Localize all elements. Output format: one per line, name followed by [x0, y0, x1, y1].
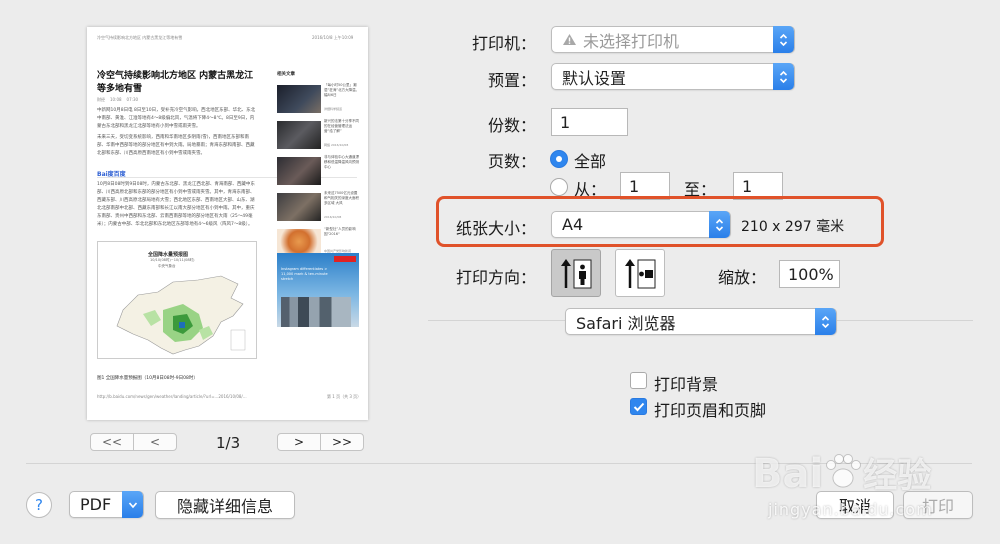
pdf-dropdown-arrow[interactable] — [122, 491, 143, 518]
preset-label: 预置： — [488, 71, 537, 90]
print-background-checkbox[interactable] — [630, 372, 647, 389]
warning-icon — [563, 34, 576, 45]
preview-footer-page: 第 1 页（共 3 页） — [327, 394, 362, 399]
baidu-watermark: Bai 经验 — [752, 448, 931, 497]
preview-meta-time: 10:08 — [110, 97, 122, 102]
pdf-label: PDF — [80, 495, 112, 514]
hide-details-button[interactable]: 隐藏详细信息 — [155, 491, 295, 519]
side-item-4: 未来这7500亿元设置和气相关的深度大面积多区域 大风 — [324, 191, 359, 205]
side-item-2: 新兴的法第十分享不同的在经营管理法运营“给了解” — [324, 119, 359, 133]
paper-size-label: 纸张大小： — [456, 219, 537, 238]
map-title: 全国降水量预报图 — [148, 252, 189, 258]
checkmark-icon — [633, 402, 644, 411]
ad-buildings — [281, 297, 351, 327]
side-item-1-meta: 详细科学频道 — [324, 107, 343, 111]
printer-label: 打印机： — [472, 34, 537, 53]
preset-select[interactable]: 默认设置 — [551, 63, 795, 90]
help-button[interactable]: ? — [26, 492, 52, 518]
copies-label: 份数： — [488, 116, 537, 135]
side-item-2-meta: 网络 2016/10/08 — [324, 143, 349, 147]
print-background-label: 打印背景 — [654, 375, 719, 394]
printer-value: 未选择打印机 — [583, 31, 680, 51]
watermark-brand2: 经验 — [863, 456, 932, 496]
landscape-button[interactable] — [615, 249, 665, 297]
chevron-up-down-icon — [821, 315, 830, 328]
copies-input[interactable]: 1 — [551, 108, 628, 136]
landscape-orientation-icon — [625, 259, 656, 289]
paper-size-stepper[interactable] — [709, 211, 730, 238]
preview-paragraph-2: 未来三天，受切变系统影响，西南和华南地区多阴雨(雪)，西南地区东部和南部、华南中… — [97, 135, 255, 156]
preview-meta: 财经 10:08 07:30 — [97, 97, 138, 103]
preview-header-right: 2016/10/8 上午10:09 — [312, 35, 354, 40]
chevron-up-down-icon — [779, 33, 788, 46]
preview-meta-source: 财经 — [97, 97, 105, 102]
ad-logo — [334, 256, 356, 262]
preview-meta-time2: 07:30 — [126, 97, 139, 102]
preview-article-title: 冷空气持续影响北方地区 内蒙古黑龙江等多地有雪 — [97, 71, 254, 94]
watermark-brand: Bai — [752, 451, 824, 497]
section-stepper[interactable] — [815, 308, 836, 335]
map-date: 10/10(08时)~10/11(08时) — [150, 258, 195, 262]
last-page-button[interactable]: >> — [320, 433, 364, 451]
scale-input[interactable]: 100% — [779, 260, 840, 288]
pages-label: 页数： — [488, 152, 537, 171]
pdf-menu-button[interactable]: PDF — [69, 491, 144, 518]
portrait-orientation-icon — [561, 259, 592, 289]
side-thumb-4 — [277, 193, 321, 221]
preview-paragraph-3: 10月8日08时到9日08时，内蒙古东北部、黑龙江西北部、青海南部、西藏中东部、… — [97, 182, 255, 227]
next-page-button[interactable]: > — [277, 433, 321, 451]
orientation-label: 打印方向： — [456, 268, 537, 287]
page-indicator: 1/3 — [216, 434, 241, 452]
preview-weather-map: 全国降水量预报图 10/10(08时)~10/11(08时) 中央气象台 — [97, 241, 257, 359]
printer-select[interactable]: 未选择打印机 — [551, 26, 795, 53]
watermark-url: jingyan.baidu.com — [768, 500, 933, 519]
section-select[interactable]: Safari 浏览器 — [565, 308, 837, 335]
side-item-1: 「每小时50公里」潮湿“狂涛”北方大降温，幅8/6日 — [324, 83, 360, 97]
preset-stepper[interactable] — [773, 63, 794, 90]
paper-dimensions: 210 x 297 毫米 — [741, 219, 845, 235]
side-item-5: “新型社”人员的影响因"2016" — [324, 227, 356, 236]
scale-label: 缩放： — [718, 268, 767, 287]
map-source: 中央气象台 — [158, 264, 176, 268]
preview-sidebar-title: 相关文章 — [277, 72, 295, 77]
first-page-button[interactable]: << — [90, 433, 134, 451]
preview-map-caption: 图1 全国降水量预报图（10月8日08时-9日08时） — [97, 376, 198, 381]
side-thumb-3 — [277, 157, 321, 185]
ad-text: Instagram differentiates > 11,000 mark &… — [281, 267, 328, 281]
chevron-up-down-icon — [779, 70, 788, 83]
section-value: Safari 浏览器 — [576, 313, 676, 333]
preview-footer-url: http://b.baidu.com/news/gen/weather/land… — [97, 394, 247, 399]
preview-ad-banner: Instagram differentiates > 11,000 mark &… — [277, 253, 359, 327]
pages-range-radio[interactable] — [550, 178, 568, 196]
print-preview-page: 冷空气持续影响北方地区 内蒙古黑龙江等地有雪 2016/10/8 上午10:09… — [87, 27, 368, 420]
preset-value: 默认设置 — [562, 68, 627, 88]
china-map-icon — [116, 275, 246, 355]
chevron-up-down-icon — [715, 218, 724, 231]
side-item-3: 非与体验中心大通道漂移和低温降温风向预测中心 — [324, 155, 359, 169]
side-thumb-2 — [277, 121, 321, 149]
pages-all-radio[interactable] — [550, 150, 568, 168]
printer-stepper[interactable] — [773, 26, 794, 53]
side-item-4-meta: 2016/10/08 — [324, 215, 342, 219]
print-headers-checkbox[interactable] — [630, 398, 647, 415]
portrait-button[interactable] — [551, 249, 601, 297]
print-headers-label: 打印页眉和页脚 — [654, 401, 767, 420]
preview-paragraph-1: 中新网10月8日电 8日至10日，受补充冷空气影响，西北地区东部、华北、东北中南… — [97, 108, 256, 129]
pages-all-label: 全部 — [574, 152, 607, 171]
side-thumb-1 — [277, 85, 321, 113]
prev-page-button[interactable]: < — [133, 433, 177, 451]
preview-sidebar: 「每小时50公里」潮湿“狂涛”北方大降温，幅8/6日 详细科学频道 新兴的法第十… — [277, 81, 359, 271]
paper-size-select[interactable]: A4 — [551, 211, 731, 238]
paper-size-value: A4 — [562, 215, 584, 234]
paw-icon — [826, 454, 862, 488]
chevron-down-icon — [128, 501, 137, 508]
preview-header-left: 冷空气持续影响北方地区 内蒙古黑龙江等地有雪 — [97, 35, 183, 40]
